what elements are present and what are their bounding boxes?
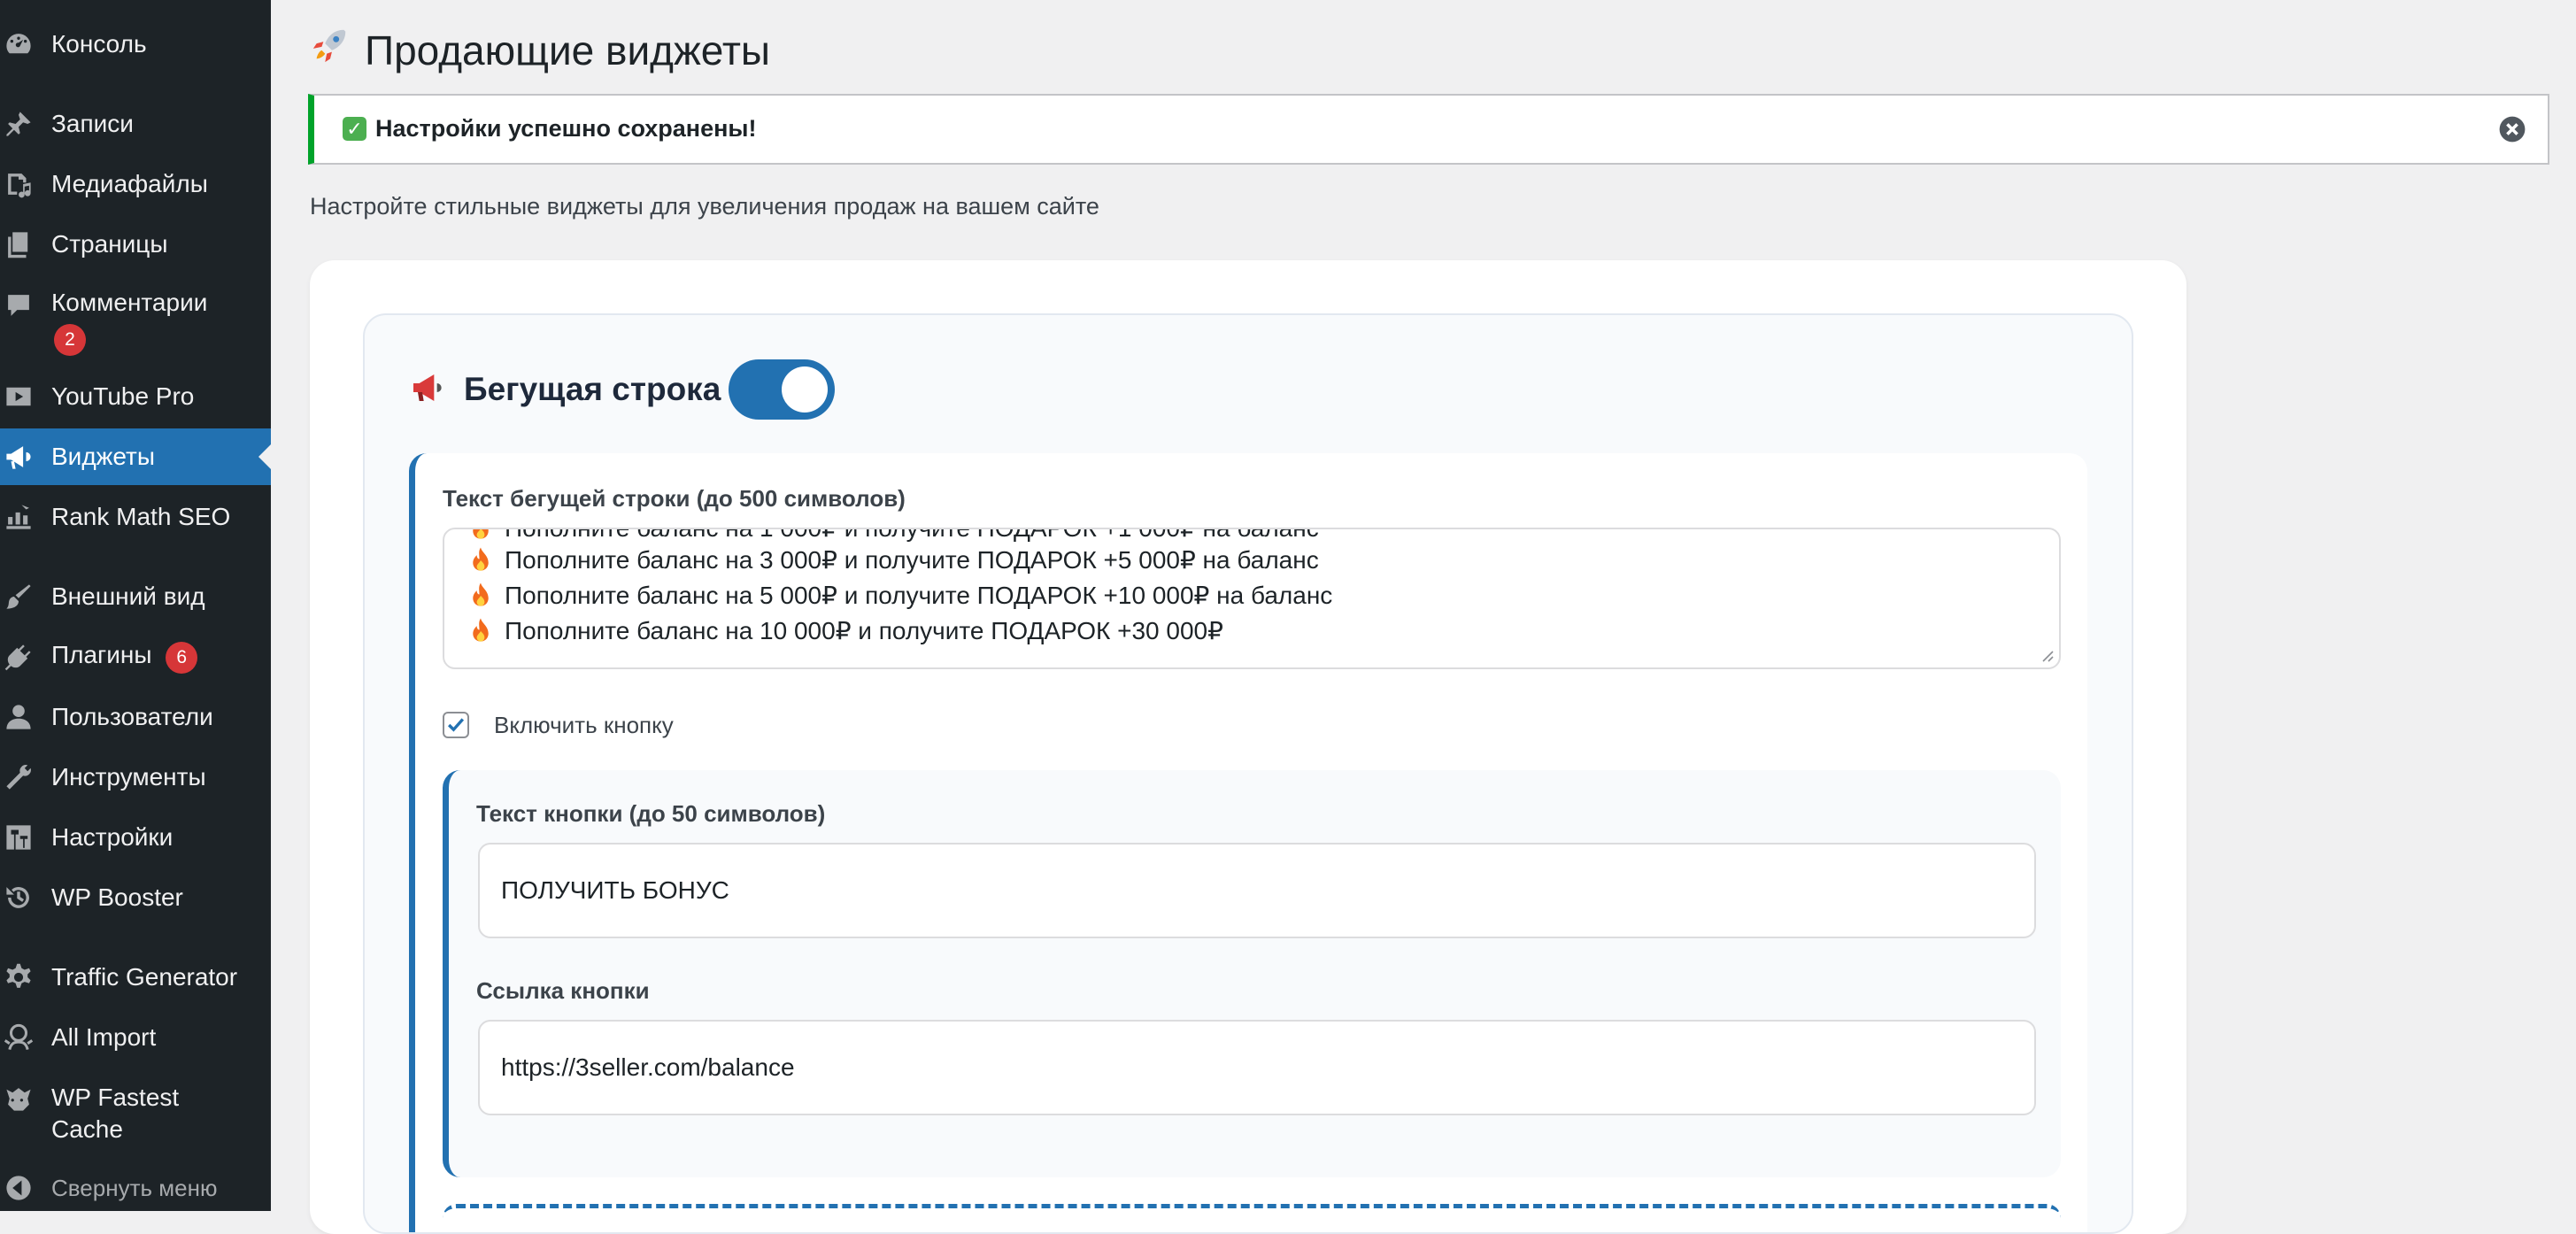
checkmark-icon — [448, 718, 465, 732]
gear-icon — [2, 960, 35, 994]
ticker-enable-toggle[interactable] — [729, 359, 835, 420]
page-title: Продающие виджеты — [310, 25, 770, 75]
fire-icon — [473, 617, 489, 642]
menu-item-media[interactable]: Медиафайлы — [0, 156, 271, 212]
rocket-icon — [310, 25, 351, 75]
toggle-knob — [782, 366, 828, 413]
ticker-line: Пополните баланс на 3 000₽ и получите ПО… — [467, 545, 1319, 575]
ticker-text-label: Текст бегущей строки (до 500 символов) — [443, 485, 906, 512]
menu-label: Записи — [51, 110, 134, 137]
menu-label: Медиафайлы — [51, 170, 208, 197]
menu-label: All Import — [51, 1023, 157, 1051]
button-text-label: Текст кнопки (до 50 символов) — [476, 800, 826, 827]
menu-item-tools[interactable]: Инструменты — [0, 749, 271, 806]
dashboard-icon — [2, 27, 35, 61]
menu-item-settings[interactable]: Настройки — [0, 809, 271, 866]
menu-label: Traffic Generator — [51, 963, 238, 991]
history-icon — [2, 881, 35, 914]
menu-label: Инструменты — [51, 763, 206, 791]
wrench-icon — [2, 760, 35, 794]
fire-icon — [473, 529, 489, 539]
menu-label: WP Fastest Cache — [51, 1084, 180, 1143]
menu-item-youtube-pro[interactable]: YouTube Pro — [0, 368, 271, 425]
menu-label: Плагины 6 — [51, 641, 198, 674]
menu-item-plugins[interactable]: Плагины 6 — [0, 629, 271, 685]
user-icon — [2, 700, 35, 734]
button-text-input[interactable]: ПОЛУЧИТЬ БОНУС — [478, 843, 2036, 938]
page-title-text: Продающие виджеты — [365, 27, 770, 73]
success-notice: ✓ Настройки успешно сохранены! — [308, 94, 2549, 165]
menu-label: Пользователи — [51, 703, 213, 730]
menu-item-comments[interactable]: Комментарии 2 — [0, 276, 271, 365]
plugin-icon — [2, 640, 35, 674]
enable-button-checkbox-row[interactable]: Включить кнопку — [443, 710, 674, 740]
button-link-label: Ссылка кнопки — [476, 977, 650, 1004]
page-description: Настройте стильные виджеты для увеличени… — [310, 193, 1099, 220]
menu-item-posts[interactable]: Записи — [0, 96, 271, 152]
plugins-update-badge: 6 — [166, 641, 198, 674]
comment-icon — [2, 289, 35, 322]
close-icon — [2499, 116, 2526, 143]
comments-count-badge: 2 — [54, 324, 86, 356]
ticker-line: Пополните баланс на 5 000₽ и получите ПО… — [467, 581, 1332, 610]
menu-item-widgets[interactable]: Виджеты — [0, 428, 271, 485]
enable-button-label: Включить кнопку — [494, 711, 674, 738]
settings-icon — [2, 821, 35, 854]
fire-icon — [473, 582, 489, 606]
menu-label: Настройки — [51, 823, 174, 851]
menu-item-traffic-generator[interactable]: Traffic Generator — [0, 949, 271, 1006]
admin-sidebar: Консоль Записи Медиафайлы Страницы Комме… — [0, 0, 271, 1211]
menu-label: Свернуть меню — [51, 1174, 218, 1201]
menu-item-rank-math[interactable]: Rank Math SEO — [0, 489, 271, 545]
check-icon: ✓ — [343, 117, 366, 141]
button-settings-panel — [443, 770, 2061, 1177]
ticker-text-textarea[interactable]: Пополните баланс на 1 000₽ и получите ПО… — [443, 528, 2061, 669]
collapse-icon — [2, 1171, 35, 1205]
menu-label: Rank Math SEO — [51, 503, 231, 530]
menu-item-wp-booster[interactable]: WP Booster — [0, 869, 271, 926]
menu-label: Внешний вид — [51, 582, 205, 610]
megaphone-icon — [409, 370, 464, 410]
menu-item-console[interactable]: Консоль — [0, 16, 271, 73]
chart-icon — [2, 500, 35, 534]
video-icon — [2, 380, 35, 413]
megaphone-icon — [2, 440, 35, 474]
resize-handle-icon[interactable] — [2040, 648, 2054, 662]
next-section-dashed-border — [443, 1204, 2061, 1222]
pages-icon — [2, 228, 35, 261]
menu-item-wp-fastest-cache[interactable]: WP Fastest Cache — [0, 1073, 271, 1161]
enable-button-checkbox[interactable] — [443, 712, 469, 738]
menu-label: WP Booster — [51, 883, 183, 911]
menu-label: Страницы — [51, 230, 168, 258]
menu-item-all-import[interactable]: All Import — [0, 1009, 271, 1066]
notice-text: Настройки успешно сохранены! — [375, 115, 757, 142]
pin-icon — [2, 107, 35, 141]
button-link-input[interactable]: https://3seller.com/balance — [478, 1020, 2036, 1115]
menu-label: Виджеты — [51, 443, 155, 470]
collapse-menu-button[interactable]: Свернуть меню — [0, 1160, 271, 1216]
menu-label: Комментарии — [51, 289, 208, 316]
menu-label: YouTube Pro — [51, 382, 195, 410]
cheetah-icon — [2, 1082, 35, 1115]
menu-label: Консоль — [51, 30, 147, 58]
ticker-header: Бегущая строка — [409, 359, 721, 420]
import-icon — [2, 1021, 35, 1054]
menu-item-pages[interactable]: Страницы — [0, 216, 271, 273]
menu-item-appearance[interactable]: Внешний вид — [0, 568, 271, 625]
dismiss-notice-button[interactable] — [2498, 115, 2526, 143]
media-icon — [2, 167, 35, 201]
ticker-title: Бегущая строка — [464, 371, 721, 407]
menu-item-users[interactable]: Пользователи — [0, 689, 271, 745]
fire-icon — [473, 546, 489, 571]
brush-icon — [2, 580, 35, 613]
ticker-line: Пополните баланс на 10 000₽ и получите П… — [467, 616, 1223, 645]
ticker-line: Пополните баланс на 1 000₽ и получите ПО… — [467, 529, 1319, 543]
